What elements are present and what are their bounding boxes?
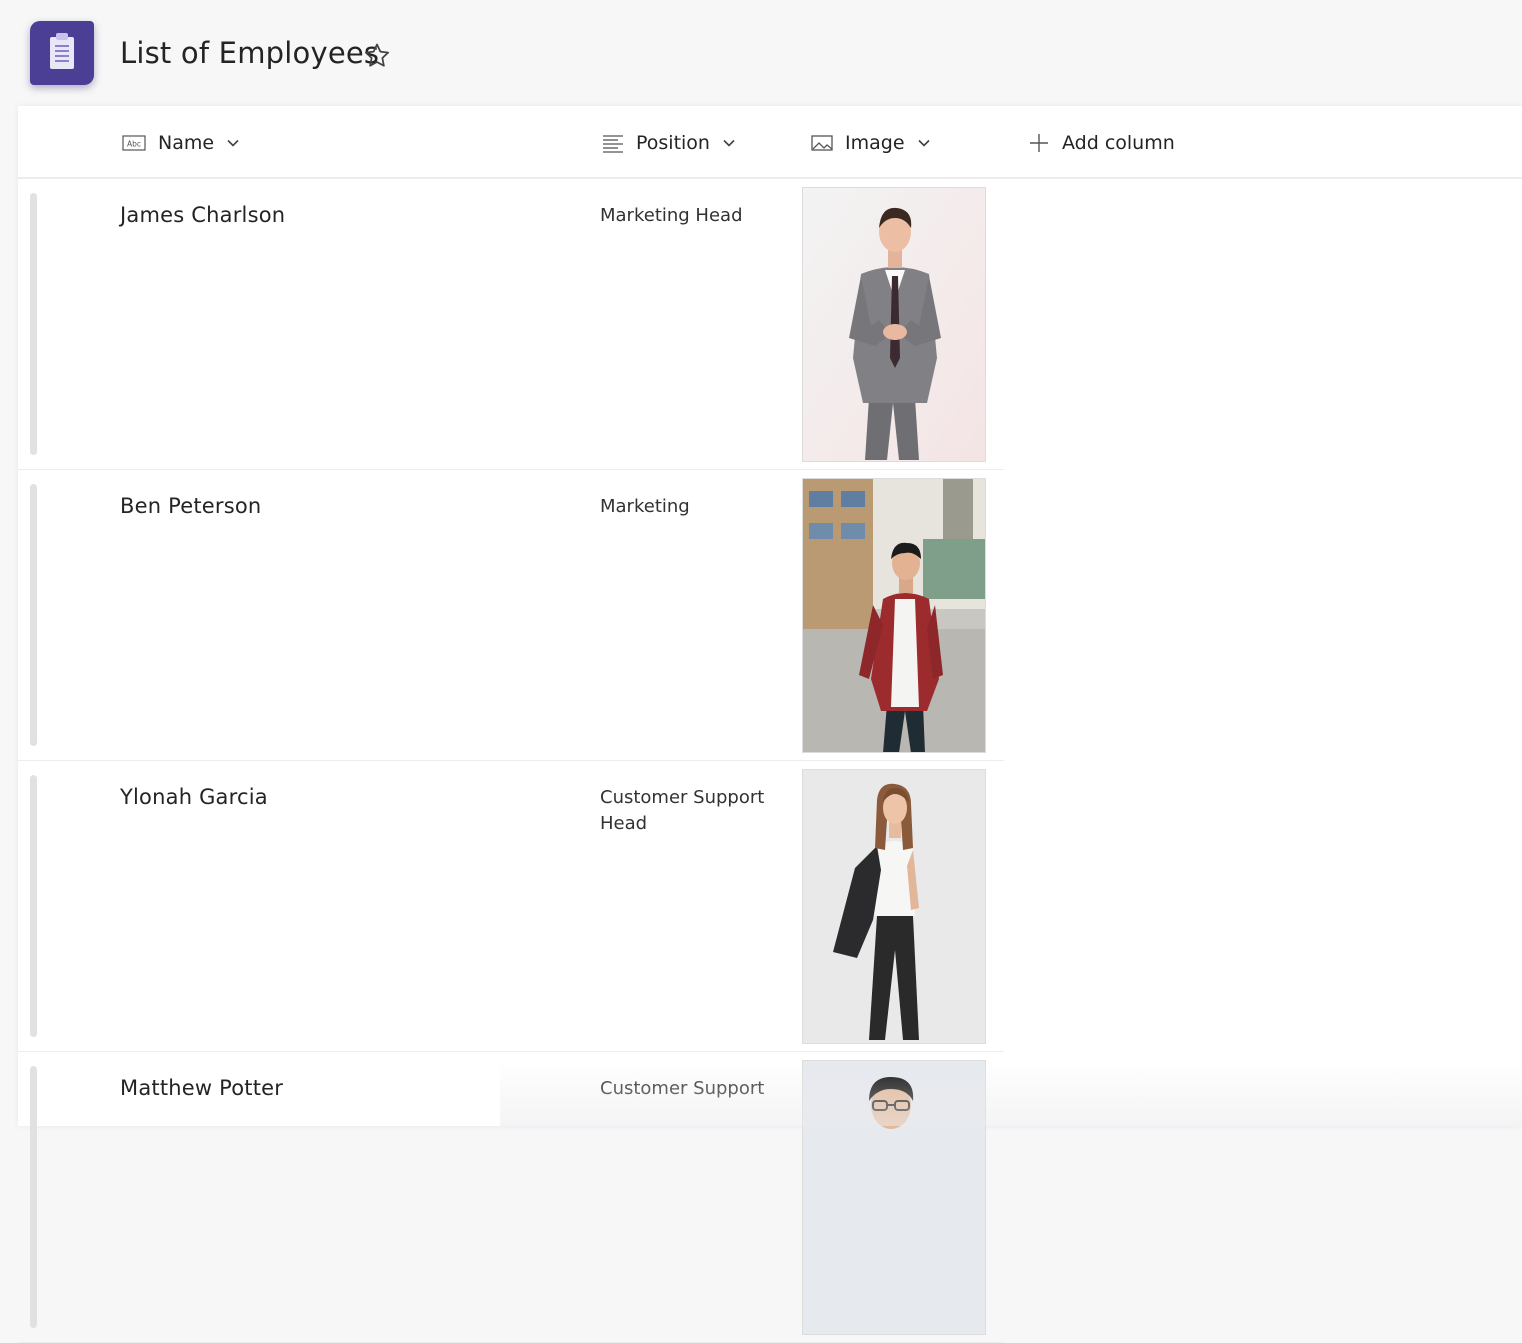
chevron-down-icon[interactable]	[722, 136, 736, 150]
star-outline-icon[interactable]	[362, 41, 392, 71]
chevron-down-icon[interactable]	[917, 136, 931, 150]
employee-name[interactable]: James Charlson	[120, 203, 285, 227]
column-header-row: Abc Name Position Image Add column	[18, 106, 1522, 179]
employee-name[interactable]: Matthew Potter	[120, 1076, 283, 1100]
plus-icon	[1030, 134, 1048, 152]
row-selection-handle[interactable]	[30, 484, 37, 746]
list-row[interactable]: Matthew Potter Customer Support	[18, 1052, 1004, 1343]
row-selection-handle[interactable]	[30, 193, 37, 455]
image-icon	[811, 135, 833, 151]
employee-position: Marketing	[600, 496, 690, 517]
multiline-text-icon	[603, 135, 623, 153]
add-column-button[interactable]: Add column	[1028, 128, 1175, 158]
row-selection-handle[interactable]	[30, 1066, 37, 1328]
chevron-down-icon[interactable]	[226, 136, 240, 150]
list-row[interactable]: James Charlson Marketing Head	[18, 179, 1004, 470]
list-row[interactable]: Ylonah Garcia Customer Support Head	[18, 761, 1004, 1052]
svg-text:Abc: Abc	[127, 140, 141, 149]
employee-position: Customer Support	[600, 1078, 765, 1099]
list-view: Abc Name Position Image Add column James…	[18, 106, 1522, 1343]
employee-photo[interactable]	[802, 1060, 986, 1335]
employee-photo[interactable]	[802, 187, 986, 462]
text-field-icon: Abc	[122, 135, 146, 151]
add-column-label: Add column	[1062, 132, 1175, 154]
employee-position: Marketing Head	[600, 205, 743, 226]
row-selection-handle[interactable]	[30, 775, 37, 1037]
page-title: List of Employees	[120, 36, 380, 70]
column-label: Name	[158, 132, 215, 154]
column-header-name[interactable]: Abc Name	[122, 128, 240, 158]
employee-position: Customer Support Head	[600, 787, 765, 834]
column-header-position[interactable]: Position	[602, 128, 736, 158]
employee-name[interactable]: Ylonah Garcia	[120, 785, 268, 809]
employee-photo[interactable]	[802, 769, 986, 1044]
employee-name[interactable]: Ben Peterson	[120, 494, 261, 518]
employee-photo[interactable]	[802, 478, 986, 753]
column-label: Position	[636, 132, 710, 154]
column-header-image[interactable]: Image	[811, 128, 931, 158]
list-row[interactable]: Ben Peterson Marketing	[18, 470, 1004, 761]
column-label: Image	[845, 132, 905, 154]
clipboard-list-icon[interactable]	[30, 21, 94, 85]
list-header: List of Employees	[0, 0, 1522, 108]
